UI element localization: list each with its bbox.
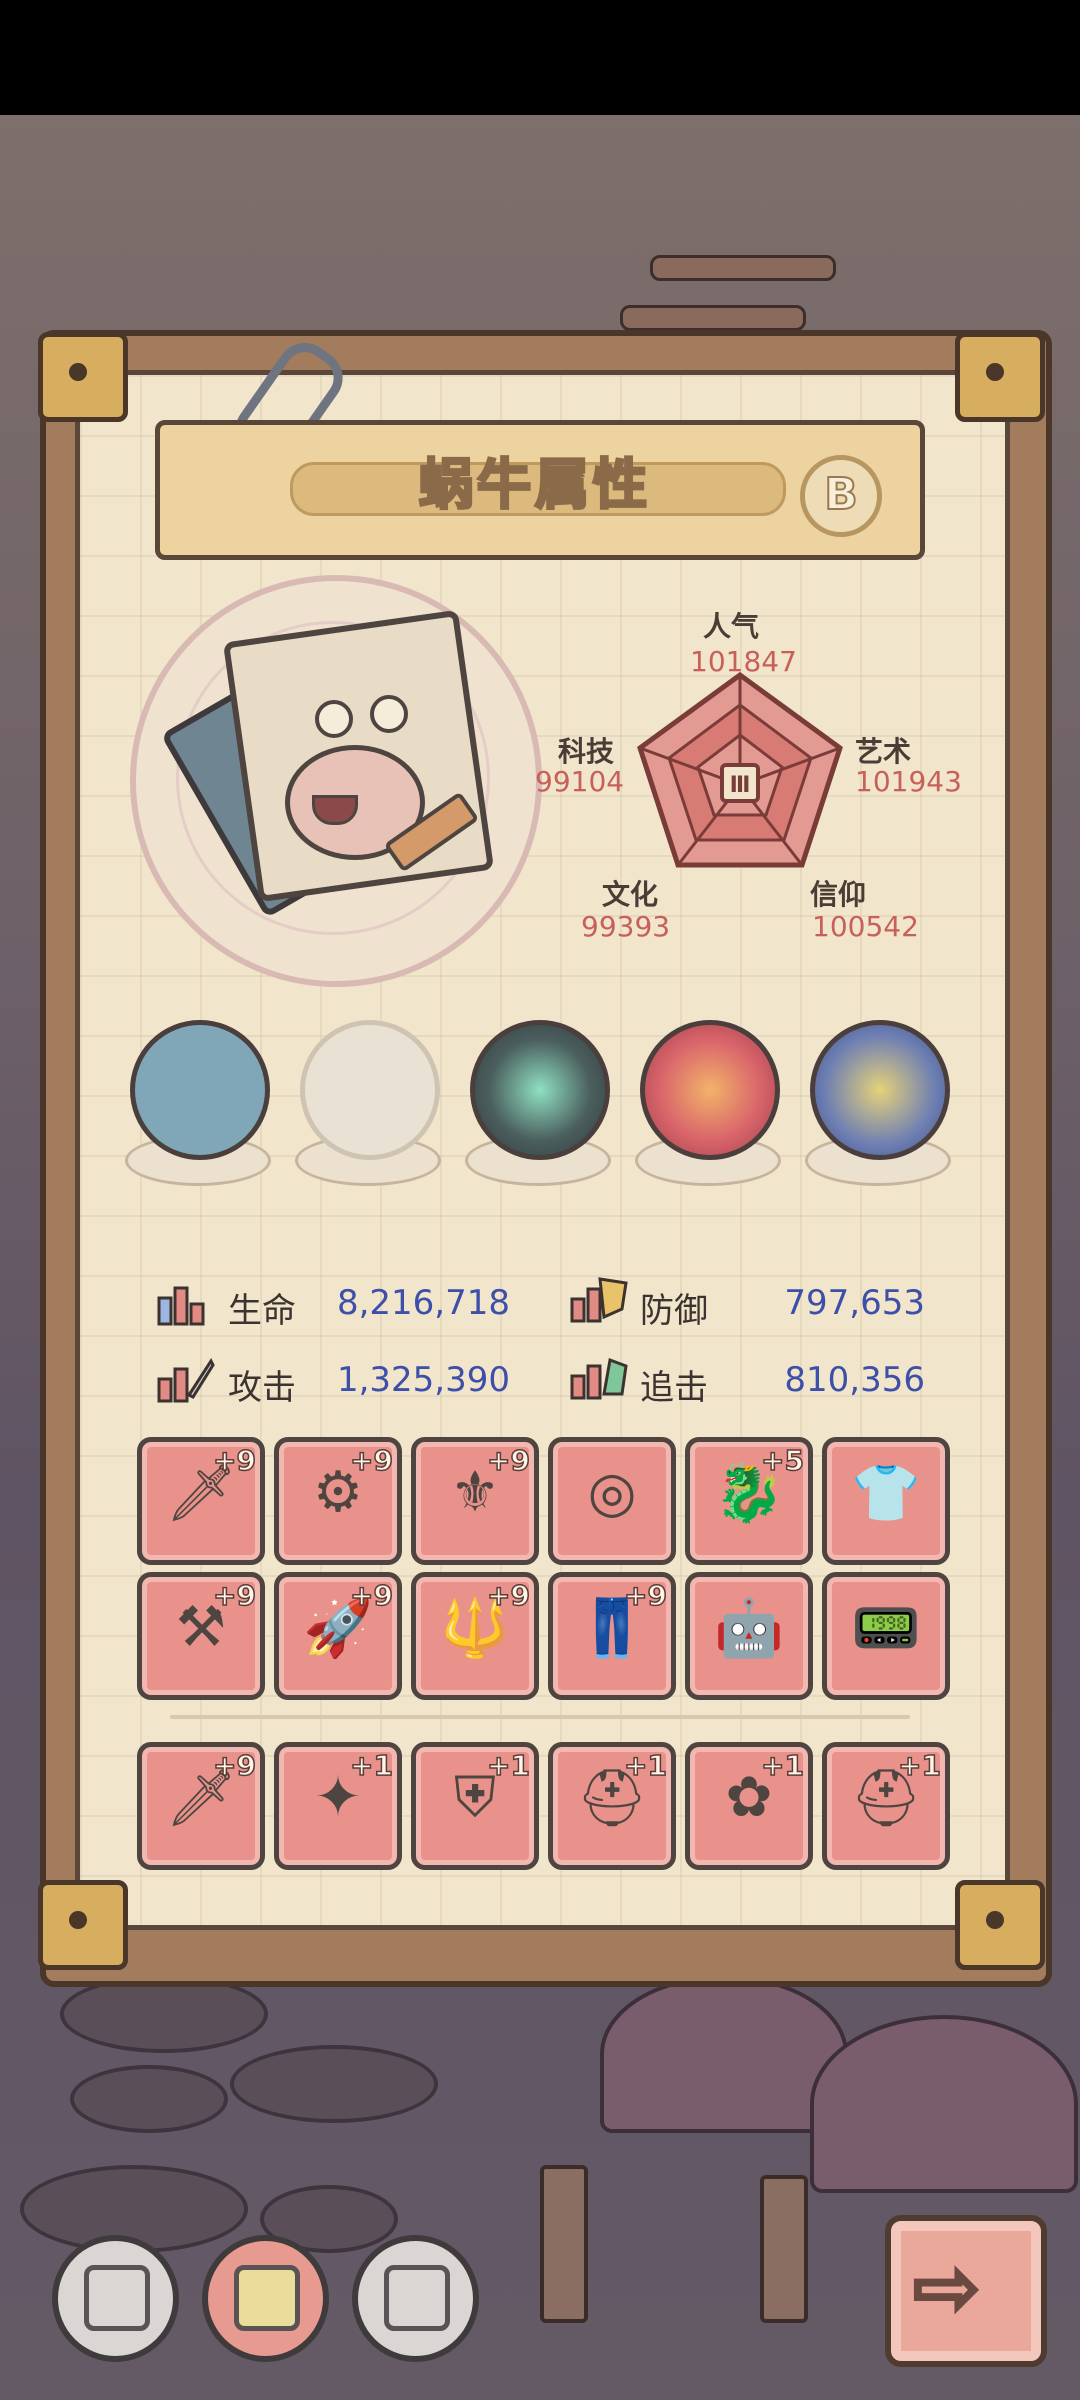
arrow-right-icon: ⇨ [911,2239,982,2336]
section-divider [170,1715,910,1719]
pursuit-boots-icon [570,1357,628,1400]
frame-corner [955,1880,1045,1970]
equipment-slot[interactable]: 🐉 +5 [685,1437,813,1565]
snail-eye-icon [315,700,353,738]
page-title: 蜗牛属性 [418,452,651,518]
mech-suit-icon: 🤖 [714,1596,784,1661]
stat-value-pursuit: 810,356 [784,1360,925,1400]
portrait-frame-icon [384,2265,450,2331]
equipment-slot[interactable]: ⚙ +9 [274,1437,402,1565]
equip-level: +1 [486,1748,530,1783]
equip-level: +9 [212,1578,256,1613]
equipment-slot[interactable]: ⚜ +9 [411,1437,539,1565]
nav-button-gray-1[interactable] [52,2235,179,2362]
gem-cluster-orb-icon [810,1020,950,1160]
ring-icon: ◎ [587,1460,637,1525]
stat-value-health: 8,216,718 [336,1283,510,1323]
status-bar [0,0,1080,115]
radar-label-faith: 信仰 [810,878,867,911]
background-rock [70,2065,228,2133]
swirl-orb-icon [470,1020,610,1160]
stat-value-attack: 1,325,390 [336,1360,510,1400]
equip-level: +1 [623,1748,667,1783]
equip-level: +9 [349,1443,393,1478]
snail-eye-icon [370,695,408,733]
orb-slot-4[interactable] [635,1020,781,1190]
equipment-slot[interactable]: 🚀 +9 [274,1572,402,1700]
equip-level: +9 [212,1748,256,1783]
equipment-slot[interactable]: ✦ +1 [274,1742,402,1870]
radar-label-art: 艺术 [855,735,912,768]
orb-slot-5[interactable] [805,1020,951,1190]
equip-level: +9 [212,1443,256,1478]
equipment-slot[interactable]: ✿ +1 [685,1742,813,1870]
device-icon: 📟 [851,1596,921,1661]
orb-slot-1[interactable] [125,1020,271,1190]
equip-level: +9 [486,1443,530,1478]
orb-slot-3[interactable] [465,1020,611,1190]
attack-sword-icon [157,1357,215,1403]
equip-level: +1 [897,1748,941,1783]
equipment-slot[interactable]: ⛑ +1 [822,1742,950,1870]
portrait-frame-icon [84,2265,150,2331]
equipment-slot[interactable]: ◎ [548,1437,676,1565]
frame-corner [38,1880,128,1970]
nav-button-gray-2[interactable] [352,2235,479,2362]
radar-label-culture: 文化 [602,878,659,911]
shirt-armor-icon: 👕 [851,1461,921,1526]
equip-level: +9 [623,1578,667,1613]
equip-level: +1 [349,1748,393,1783]
empty-shell-orb-icon [300,1020,440,1160]
equipment-slot[interactable]: 🗡 +9 [137,1437,265,1565]
radar-chart: Ⅲ [637,671,843,868]
radar-value-culture: 99393 [581,910,671,943]
equipment-slot[interactable]: ⛑ +1 [548,1742,676,1870]
equipment-slot[interactable]: 🗡 +9 [137,1742,265,1870]
radar-center-symbol: Ⅲ [730,773,751,798]
equipment-slot[interactable]: 🔱 +9 [411,1572,539,1700]
next-button[interactable]: ⇨ [885,2215,1047,2367]
frame-corner [955,332,1045,422]
background-mushroom [810,2015,1078,2193]
grade-badge[interactable]: B [800,455,882,537]
radar-value-tech: 99104 [535,765,625,798]
equip-level: +5 [760,1443,804,1478]
equipment-slot[interactable]: 🤖 [685,1572,813,1700]
radar-value-popularity: 101847 [690,645,797,678]
equipment-slot[interactable]: 👖 +9 [548,1572,676,1700]
radar-label-tech: 科技 [558,735,615,768]
background-rock [230,2045,438,2123]
equip-level: +1 [760,1748,804,1783]
defense-shield-icon [570,1277,628,1323]
nav-button-red[interactable] [202,2235,329,2362]
equipment-slot[interactable]: 📟 [822,1572,950,1700]
fence-post [540,2165,588,2323]
fence-post [760,2175,808,2323]
fish-monster-orb-icon [130,1020,270,1160]
equipment-slot[interactable]: 👕 [822,1437,950,1565]
orb-slot-2[interactable] [295,1020,441,1190]
equipment-slot[interactable]: ⛨ +1 [411,1742,539,1870]
portrait-frame-icon [234,2265,300,2331]
radar-value-art: 101943 [855,765,962,798]
equip-level: +9 [349,1578,393,1613]
equipment-slot[interactable]: ⚒ +9 [137,1572,265,1700]
red-spiral-orb-icon [640,1020,780,1160]
equip-level: +9 [486,1578,530,1613]
background-log [650,255,836,281]
radar-value-faith: 100542 [812,910,919,943]
radar-label-popularity: 人气 [703,610,760,643]
background-log [620,305,806,331]
health-pill-icon [157,1286,205,1326]
frame-corner [38,332,128,422]
stat-value-defense: 797,653 [784,1283,925,1323]
